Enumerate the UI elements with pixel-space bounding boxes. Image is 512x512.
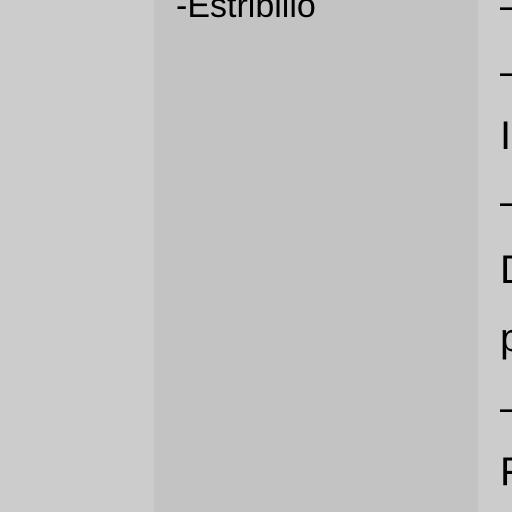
right-column-line-3: I: [500, 114, 512, 158]
slide-page: -Estribillo – – I – D p – F: [0, 0, 512, 512]
right-column-line-2: –: [500, 48, 512, 96]
right-column-line-8: F: [500, 448, 512, 496]
left-column: [0, 0, 154, 512]
middle-column: -Estribillo: [154, 0, 478, 512]
right-column: – – I – D p – F: [478, 0, 512, 512]
right-column-line-6: p: [500, 316, 512, 360]
right-column-line-7: –: [500, 384, 512, 432]
right-column-line-4: –: [500, 178, 512, 226]
estribillo-label: -Estribillo: [176, 0, 316, 25]
right-column-line-1: –: [500, 0, 512, 30]
right-column-line-5: D: [500, 246, 512, 294]
